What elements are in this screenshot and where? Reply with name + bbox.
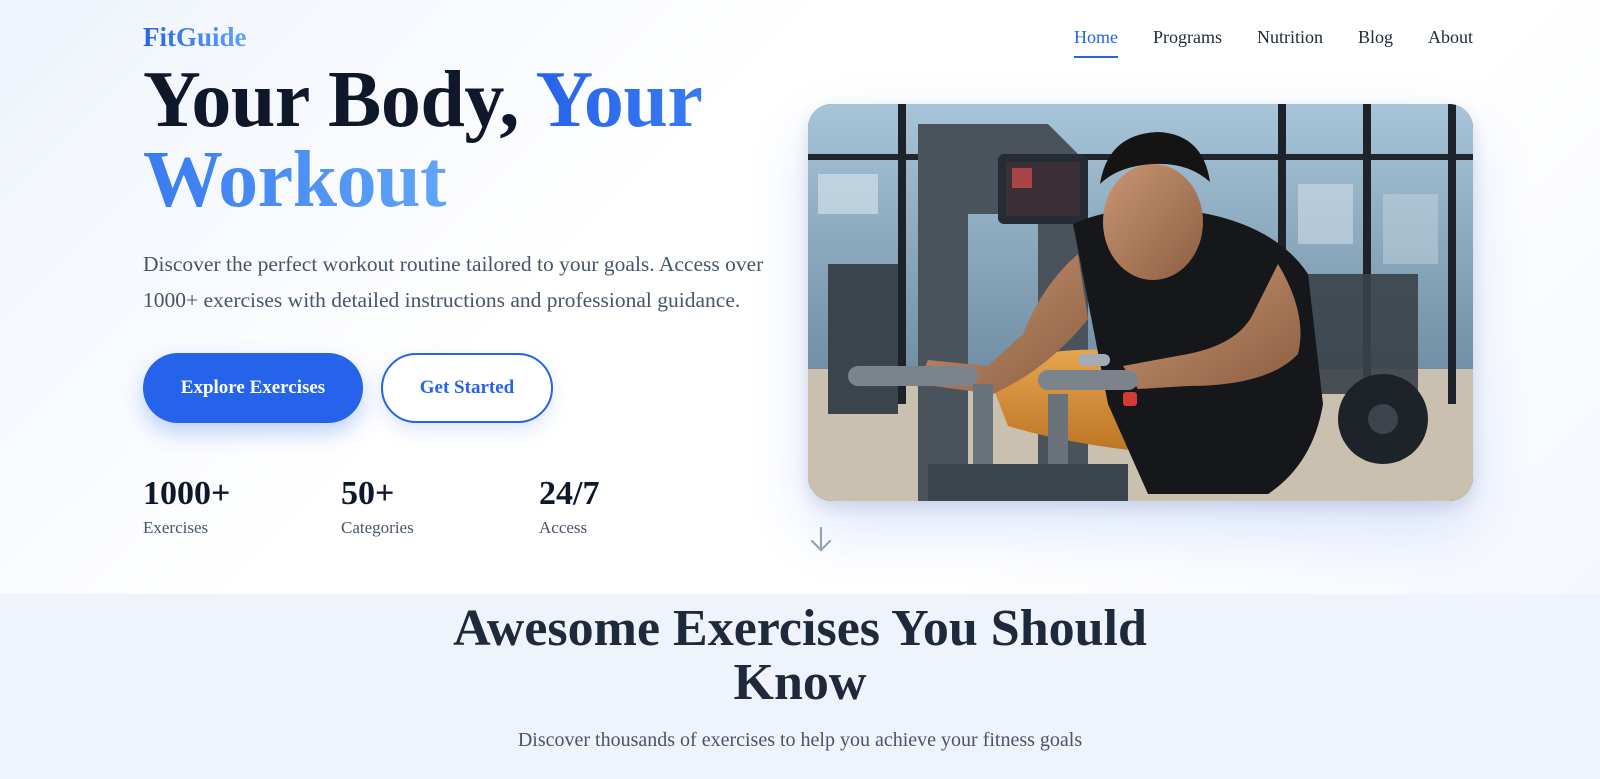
gym-photo-illustration [808, 104, 1473, 501]
explore-exercises-button[interactable]: Explore Exercises [143, 353, 363, 423]
section-subtitle: Discover thousands of exercises to help … [517, 729, 1083, 751]
exercises-section: Awesome Exercises You Should Know Discov… [0, 594, 1600, 779]
stat-label: Exercises [143, 518, 209, 537]
logo[interactable]: FitGuide [143, 18, 247, 56]
nav-link-blog[interactable]: Blog [1358, 24, 1393, 58]
hero-section: FitGuide Home Programs Nutrition Blog Ab… [0, 0, 1600, 594]
stat-value: 50+ [341, 475, 395, 512]
hero-headline-main: Your Body, [143, 56, 536, 144]
nav-link-nutrition[interactable]: Nutrition [1257, 24, 1323, 58]
stat-access: 24/7 Access [539, 474, 599, 542]
stat-value: 1000+ [143, 475, 231, 512]
nav-links: Home Programs Nutrition Blog About [1073, 24, 1473, 58]
get-started-button[interactable]: Get Started [381, 353, 553, 423]
hero-description: Discover the perfect workout routine tai… [143, 252, 764, 312]
stat-label: Access [539, 518, 588, 537]
nav-link-programs[interactable]: Programs [1153, 24, 1222, 58]
arrow-down-icon[interactable] [808, 526, 834, 554]
section-title: Awesome Exercises You Should Know [453, 600, 1147, 711]
hero-headline: Your Body, Your Workout [143, 60, 783, 220]
stat-label: Categories [341, 518, 414, 537]
nav-link-about[interactable]: About [1428, 24, 1473, 58]
hero-gym-photo [808, 104, 1473, 501]
nav-link-home[interactable]: Home [1073, 24, 1118, 58]
stat-categories: 50+ Categories [341, 474, 414, 542]
stat-value: 24/7 [539, 475, 600, 512]
stat-exercises: 1000+ Exercises [143, 474, 230, 542]
